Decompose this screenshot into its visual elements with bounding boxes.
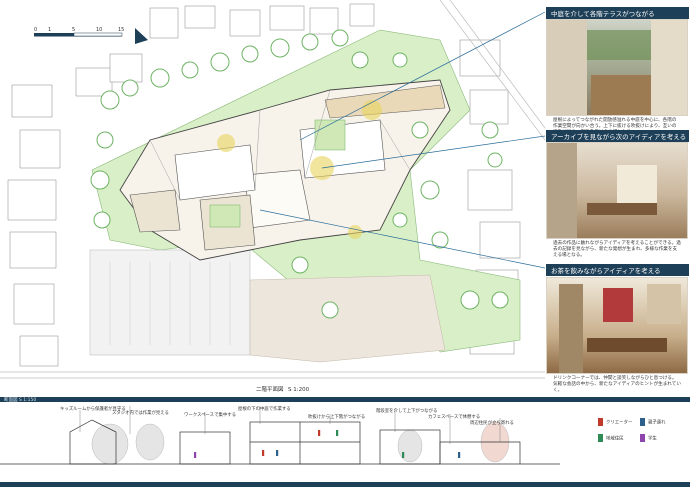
section-annotation-4: 屋根の下の中庭で作業する bbox=[238, 407, 291, 412]
site-plan: 0 1 5 10 15 二階平面図 S 1:200 bbox=[0, 0, 545, 393]
bottom-bar bbox=[0, 482, 690, 487]
competition-board: 0 1 5 10 15 二階平面図 S 1:200 中庭を介して各階テラスがつな… bbox=[0, 0, 690, 487]
legend-item-creator: クリエーター bbox=[598, 418, 632, 426]
section-annotation-8: 周辺住民が立ち寄れる bbox=[470, 421, 514, 426]
perspective-caption-2: 過去の作品に触れながらアイディアを考えることができる。過去の記録を見ながら、新た… bbox=[553, 241, 681, 259]
plan-title: 二階平面図 bbox=[256, 385, 284, 393]
legend-item-family: 親子連れ bbox=[640, 418, 666, 426]
perspective-image-courtyard bbox=[546, 19, 688, 116]
legend-item-student: 学生 bbox=[640, 434, 657, 442]
section-annotation-3: ワークスペースで集中する bbox=[184, 413, 237, 418]
perspective-heading-1: 中庭を介して各階テラスがつながる bbox=[546, 7, 689, 19]
scale-tick-1: 1 bbox=[48, 27, 51, 33]
entrance-plaza bbox=[249, 274, 446, 363]
perspective-image-cafe bbox=[546, 277, 688, 374]
legend-item-resident: 地域住民 bbox=[598, 434, 624, 442]
north-arrow bbox=[135, 28, 148, 44]
scale-tick-0: 0 bbox=[34, 27, 37, 33]
perspective-image-archive bbox=[546, 142, 688, 239]
section-annotation-2: スタジオ内では作業が見える bbox=[112, 411, 169, 416]
scale-tick-15: 15 bbox=[118, 27, 124, 33]
parking bbox=[89, 249, 251, 356]
section-trees bbox=[91, 421, 510, 465]
perspective-caption-3: ドリンクコーナーでは、仲間と談笑しながらひと息つける。気軽な会話の中から、新たな… bbox=[553, 376, 681, 394]
perspective-heading-2: アーカイブを見ながら次のアイディアを考える bbox=[546, 130, 689, 142]
plan-scale: S 1:200 bbox=[288, 387, 310, 393]
scale-tick-5: 5 bbox=[72, 27, 75, 33]
plan-scale-bar: 0 1 5 10 15 bbox=[34, 27, 124, 37]
scale-tick-10: 10 bbox=[96, 27, 102, 33]
perspective-heading-3: お茶を飲みながらアイディアを考える bbox=[546, 264, 689, 276]
section-annotation-5: 吹抜けから上下階がつながる bbox=[308, 415, 366, 420]
